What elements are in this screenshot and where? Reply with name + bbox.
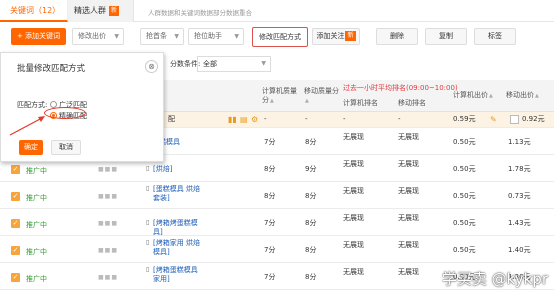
annotation-arrow-icon xyxy=(9,116,45,136)
watermark: 学买卖 @kykpr xyxy=(441,270,548,288)
